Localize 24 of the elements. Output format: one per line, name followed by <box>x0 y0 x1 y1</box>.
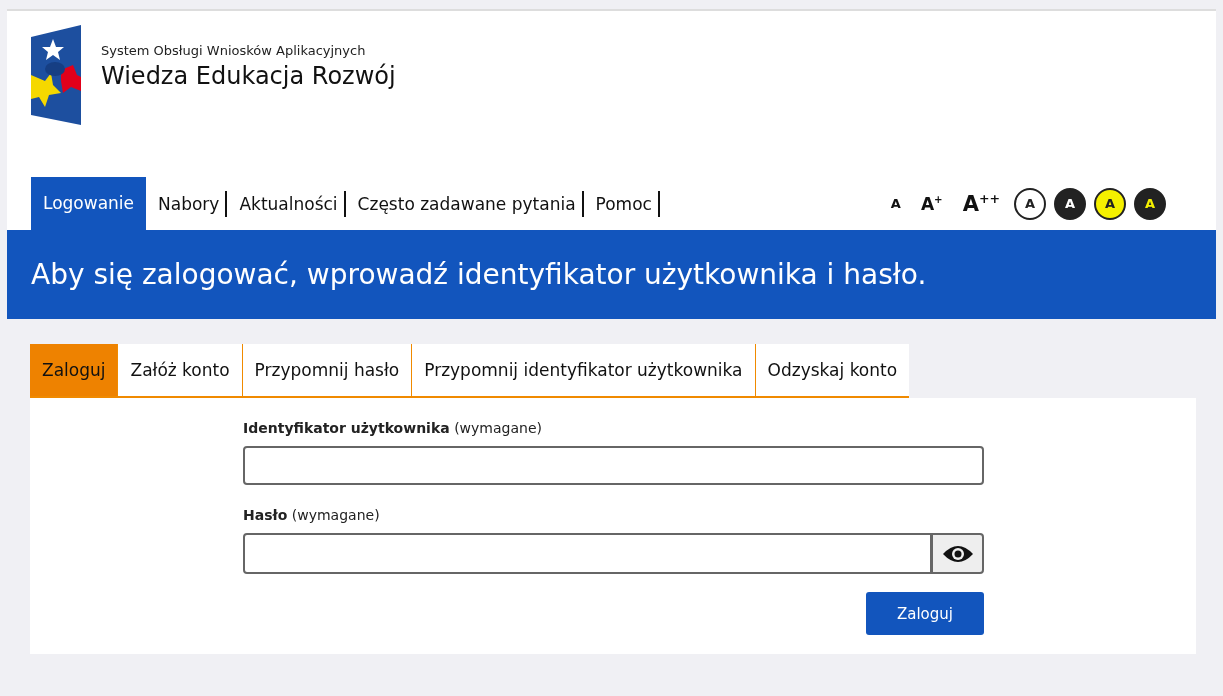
login-button[interactable]: Zaloguj <box>866 592 984 635</box>
font-size-button[interactable]: A$^{++}$ <box>956 191 1006 216</box>
contrast-button[interactable]: A <box>1134 187 1166 220</box>
username-field[interactable] <box>243 446 984 485</box>
nav-link[interactable]: Aktualności <box>233 190 346 217</box>
font-size-button[interactable]: A <box>884 196 907 211</box>
font-size-button[interactable]: A$^{+}$ <box>914 193 949 214</box>
password-field[interactable] <box>243 533 932 574</box>
logo-icon <box>31 25 81 125</box>
eye-icon <box>941 543 974 564</box>
field-label: Hasło (wymagane) <box>243 507 381 523</box>
nav-link[interactable]: Logowanie <box>31 177 147 230</box>
contrast-button[interactable]: A <box>1094 187 1126 220</box>
field-label: Identyfikator użytkownika (wymagane) <box>243 420 543 436</box>
show-password-button[interactable] <box>932 533 984 574</box>
nav-link[interactable]: Często zadawane pytania <box>351 190 584 217</box>
contrast-button[interactable]: A <box>1054 187 1086 220</box>
contrast-button[interactable]: A <box>1014 187 1046 220</box>
nav-link[interactable]: Pomoc <box>589 190 660 217</box>
app-subtitle: System Obsługi Wniosków Aplikacyjnych <box>101 43 367 58</box>
tab[interactable]: Zaloguj <box>30 344 119 396</box>
banner-heading: Aby się zalogować, wprowadź identyfikator użytkownika i hasło. <box>31 258 927 291</box>
app-title: Wiedza Edukacja Rozwój <box>101 62 396 90</box>
nav-link[interactable]: Nabory <box>152 190 228 217</box>
